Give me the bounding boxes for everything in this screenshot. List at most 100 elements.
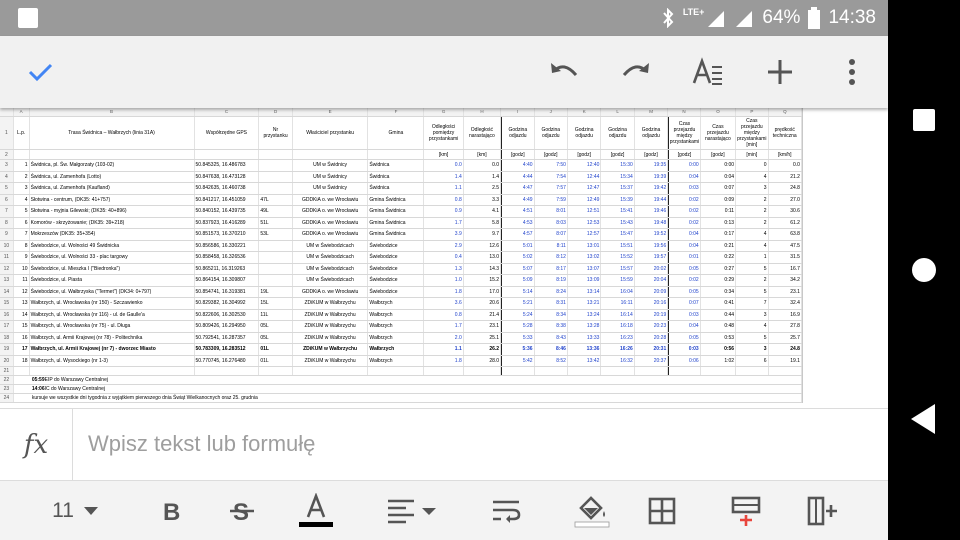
- data-cell[interactable]: 7: [736, 298, 769, 309]
- data-cell[interactable]: 20:28: [635, 332, 669, 343]
- confirm-button[interactable]: [20, 52, 60, 92]
- data-cell[interactable]: 5:21: [501, 298, 535, 309]
- data-cell[interactable]: 1.3: [424, 263, 464, 274]
- row-number[interactable]: 12: [0, 263, 14, 274]
- data-cell[interactable]: 50.864154, 16.309807: [195, 275, 260, 286]
- data-cell[interactable]: 5: [736, 332, 769, 343]
- data-cell[interactable]: 12:49: [568, 194, 602, 205]
- empty-cell[interactable]: [368, 367, 425, 375]
- row-number[interactable]: 15: [0, 298, 14, 309]
- header-cell[interactable]: Trasa Świdnica – Wałbrzych (linia 31A): [30, 117, 195, 149]
- formula-input[interactable]: Wpisz tekst lub formułę: [88, 431, 315, 457]
- data-cell[interactable]: [259, 183, 293, 194]
- empty-cell[interactable]: [501, 367, 535, 375]
- data-cell[interactable]: 16:11: [601, 298, 635, 309]
- sheet[interactable]: A B C D E F G H I J K L M N O P Q 1 L.p. Trasa Świdnica – W…: [0, 108, 803, 403]
- data-cell[interactable]: 3: [14, 183, 30, 194]
- data-cell[interactable]: 15:57: [601, 263, 635, 274]
- data-cell[interactable]: 0.8: [424, 309, 464, 320]
- row-number[interactable]: 1: [0, 117, 14, 149]
- header-cell[interactable]: Czas przejazdu narastająco: [701, 117, 737, 149]
- data-cell[interactable]: 0:00: [701, 160, 737, 171]
- data-cell[interactable]: 12:51: [568, 206, 602, 217]
- data-cell[interactable]: 50.854741, 16.319381: [195, 286, 260, 297]
- data-cell[interactable]: GDDKiA o. we Wrocławiu: [293, 286, 369, 297]
- data-cell[interactable]: 8:11: [535, 240, 568, 251]
- data-cell[interactable]: UM w Świebodzicach: [293, 263, 369, 274]
- data-cell[interactable]: 2: [736, 206, 769, 217]
- data-cell[interactable]: 50.783309, 16.283512: [195, 344, 260, 355]
- data-cell[interactable]: 19:35: [635, 160, 669, 171]
- row-number[interactable]: 6: [0, 194, 14, 205]
- data-cell[interactable]: Mokrzeszów (DK35: 35+354): [30, 229, 195, 240]
- column-header[interactable]: N: [668, 108, 701, 116]
- unit-cell[interactable]: [km]: [464, 150, 502, 159]
- data-cell[interactable]: ZDiKUM w Wałbrzychu: [293, 321, 369, 332]
- empty-cell[interactable]: [259, 367, 293, 375]
- data-cell[interactable]: 13:36: [568, 344, 602, 355]
- data-cell[interactable]: Świdnica, ul. Zamenhofa (Kaufland): [30, 183, 195, 194]
- unit-cell[interactable]: [368, 150, 425, 159]
- data-cell[interactable]: 17.0: [464, 286, 502, 297]
- data-cell[interactable]: [259, 160, 293, 171]
- data-cell[interactable]: 18: [14, 355, 30, 366]
- fx-icon[interactable]: fx: [0, 409, 73, 481]
- data-cell[interactable]: 4:53: [501, 217, 535, 228]
- data-cell[interactable]: ZDiKUM w Wałbrzychu: [293, 309, 369, 320]
- column-header[interactable]: D: [259, 108, 293, 116]
- redo-button[interactable]: [616, 52, 656, 92]
- data-cell[interactable]: 7:54: [535, 171, 568, 182]
- data-cell[interactable]: Świebodzice, ul. Wałbrzyska ("Termet") (…: [30, 286, 195, 297]
- data-cell[interactable]: 16:23: [601, 332, 635, 343]
- data-cell[interactable]: 5: [14, 206, 30, 217]
- data-cell[interactable]: 0:09: [701, 194, 737, 205]
- row-number[interactable]: 24: [0, 394, 14, 402]
- data-cell[interactable]: 12:53: [568, 217, 602, 228]
- column-header[interactable]: E: [292, 108, 369, 116]
- empty-cell[interactable]: [701, 367, 737, 375]
- data-cell[interactable]: 50.837923, 16.416289: [195, 217, 260, 228]
- column-header[interactable]: G: [424, 108, 464, 116]
- data-cell[interactable]: 1.7: [424, 321, 464, 332]
- row-number[interactable]: 8: [0, 217, 14, 228]
- data-cell[interactable]: ZDiKUM w Wałbrzychu: [293, 355, 369, 366]
- data-cell[interactable]: Świebodzice, ul. Wolności 49 Świdnicka: [30, 240, 195, 251]
- data-cell[interactable]: 9.7: [464, 229, 502, 240]
- data-cell[interactable]: UM w Świebodzicach: [293, 252, 369, 263]
- data-cell[interactable]: 0:00: [668, 160, 701, 171]
- data-cell[interactable]: 28.0: [464, 355, 502, 366]
- data-cell[interactable]: 50.845325, 16.486783: [195, 160, 260, 171]
- empty-cell[interactable]: [535, 367, 568, 375]
- data-cell[interactable]: 13:09: [568, 275, 602, 286]
- row-number[interactable]: 17: [0, 321, 14, 332]
- data-cell[interactable]: 50.847638, 16.473128: [195, 171, 260, 182]
- unit-cell[interactable]: [godz]: [701, 150, 737, 159]
- data-cell[interactable]: 2: [736, 194, 769, 205]
- data-cell[interactable]: 15:52: [601, 252, 635, 263]
- row-number[interactable]: 10: [0, 240, 14, 251]
- data-cell[interactable]: 19:42: [635, 183, 669, 194]
- data-cell[interactable]: 32.4: [769, 298, 802, 309]
- data-cell[interactable]: Wałbrzych: [368, 355, 425, 366]
- data-cell[interactable]: 20:09: [635, 286, 669, 297]
- data-cell[interactable]: 19L: [259, 286, 293, 297]
- unit-cell[interactable]: [min]: [736, 150, 769, 159]
- data-cell[interactable]: 11: [14, 275, 30, 286]
- column-header[interactable]: C: [194, 108, 260, 116]
- data-cell[interactable]: 19:44: [635, 194, 669, 205]
- data-cell[interactable]: 15:39: [601, 194, 635, 205]
- data-cell[interactable]: 15:30: [601, 160, 635, 171]
- data-cell[interactable]: 61.2: [769, 217, 802, 228]
- data-cell[interactable]: 20:04: [635, 275, 669, 286]
- data-cell[interactable]: 7:57: [535, 183, 568, 194]
- data-cell[interactable]: 8:34: [535, 309, 568, 320]
- data-cell[interactable]: Świdnica, ul. Zamenhofa (Lotto): [30, 171, 195, 182]
- data-cell[interactable]: Gmina Świdnica: [368, 194, 425, 205]
- data-cell[interactable]: GDDKiA o. we Wrocławiu: [293, 206, 369, 217]
- data-cell[interactable]: 2.5: [464, 183, 502, 194]
- data-cell[interactable]: ZDiKUM w Wałbrzychu: [293, 344, 369, 355]
- data-cell[interactable]: 1.1: [424, 344, 464, 355]
- data-cell[interactable]: 63.8: [769, 229, 802, 240]
- data-cell[interactable]: 27.0: [769, 194, 802, 205]
- data-cell[interactable]: 4:57: [501, 229, 535, 240]
